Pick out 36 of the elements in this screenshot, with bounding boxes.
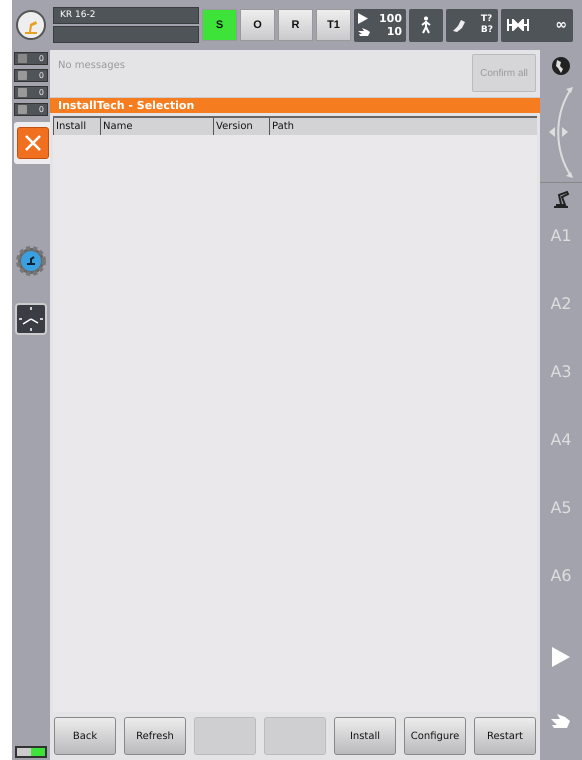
robot-logo-icon[interactable]	[14, 8, 48, 42]
mode-button[interactable]: R	[278, 9, 313, 41]
hand-icon	[358, 26, 370, 36]
message-text: No messages	[58, 60, 125, 71]
tool-text: T?	[480, 14, 493, 25]
walking-person-icon[interactable]	[409, 8, 443, 42]
tool-icon	[451, 17, 467, 33]
gear-icon[interactable]	[16, 246, 46, 276]
column-header[interactable]: Version	[213, 118, 269, 135]
clock-icon[interactable]	[15, 303, 47, 335]
column-header[interactable]: Name	[100, 118, 213, 135]
message-counter[interactable]: 0	[14, 86, 48, 99]
program-override: 100	[379, 12, 402, 25]
column-header[interactable]: Path	[269, 118, 537, 135]
softkey-button[interactable]: Configure	[404, 717, 466, 755]
message-counter[interactable]: 0	[14, 52, 48, 65]
column-header[interactable]: Install	[53, 118, 100, 135]
softkey-button[interactable]: Restart	[474, 717, 536, 755]
increment-icon	[507, 19, 529, 31]
close-icon	[24, 134, 42, 152]
battery-icon	[15, 746, 47, 758]
increment-text: ∞	[555, 17, 567, 33]
robot-name-field: KR 16-2	[53, 7, 199, 24]
mode-button[interactable]: O	[240, 9, 275, 41]
window-title: InstallTech - Selection	[50, 98, 540, 113]
mode-button[interactable]: S	[202, 9, 237, 41]
jog-override: 10	[386, 25, 402, 38]
message-counter[interactable]: 0	[14, 103, 48, 116]
softkey-button[interactable]: Install	[334, 717, 396, 755]
close-button[interactable]	[17, 127, 49, 159]
softkey-button[interactable]: Refresh	[124, 717, 186, 755]
message-counter[interactable]: 0	[14, 69, 48, 82]
softkey-button[interactable]: Back	[54, 717, 116, 755]
play-icon	[358, 13, 368, 24]
base-text: B?	[480, 25, 493, 36]
mode-button[interactable]: T1	[316, 9, 351, 41]
